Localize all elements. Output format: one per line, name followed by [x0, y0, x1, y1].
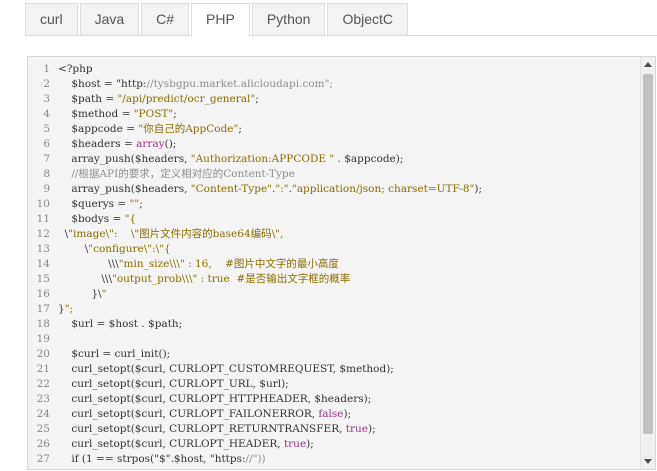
line-number: 24 — [36, 408, 50, 420]
tab-divider — [25, 35, 657, 36]
code-text: if (1 == strpos("$".$host, "https://")) — [58, 453, 266, 465]
code-panel[interactable]: 1 <?php 2 $host = "http://tysbgpu.market.a… — [27, 56, 656, 470]
code-line: 22 curl_setopt($curl, CURLOPT_URL, $url)… — [28, 377, 642, 392]
code-line: 7 array_push($headers, "Authorization:AP… — [28, 152, 642, 167]
code-line: 23 curl_setopt($curl, CURLOPT_HTTPHEADER… — [28, 392, 642, 407]
code-text: $querys = ""; — [58, 198, 143, 210]
code-text: }"; — [58, 303, 74, 315]
code-line: 11 $bodys = "{ — [28, 212, 642, 227]
line-number: 18 — [36, 318, 50, 330]
line-number: 8 — [43, 168, 50, 180]
code-text: curl_setopt($curl, CURLOPT_FAILONERROR, … — [58, 408, 352, 420]
code-line: 21 curl_setopt($curl, CURLOPT_CUSTOMREQU… — [28, 362, 642, 377]
code-text: $headers = array(); — [58, 138, 177, 150]
code-text: $bodys = "{ — [58, 213, 137, 225]
code-text: \"image\": \"图片文件内容的base64编码\", — [58, 228, 284, 240]
code-line: 6 $headers = array(); — [28, 137, 642, 152]
code-text: $method = "POST"; — [58, 108, 177, 120]
line-number: 25 — [36, 423, 50, 435]
line-number: 16 — [36, 288, 50, 300]
scrollbar-thumb[interactable] — [643, 74, 653, 434]
code-text: curl_setopt($curl, CURLOPT_HEADER, true)… — [58, 438, 314, 450]
code-line: 20 $curl = curl_init(); — [28, 347, 642, 362]
scroll-down-arrow-icon[interactable] — [644, 459, 652, 464]
line-number: 2 — [43, 78, 50, 90]
code-line: 10 $querys = ""; — [28, 197, 642, 212]
line-number: 6 — [43, 138, 50, 150]
line-number: 26 — [36, 438, 50, 450]
code-text: \\\"min_size\\\" : 16, #图片中文字的最小高度 — [58, 258, 339, 270]
code-line: 12 \"image\": \"图片文件内容的base64编码\", — [28, 227, 642, 242]
code-text: curl_setopt($curl, CURLOPT_CUSTOMREQUEST… — [58, 363, 394, 375]
line-number: 9 — [43, 183, 50, 195]
code-line: 9 array_push($headers, "Content-Type".":… — [28, 182, 642, 197]
code-text: $url = $host . $path; — [58, 318, 183, 330]
code-line: 27 if (1 == strpos("$".$host, "https://"… — [28, 452, 642, 467]
code-text: curl_setopt($curl, CURLOPT_URL, $url); — [58, 378, 289, 390]
line-number: 21 — [36, 363, 50, 375]
code-text: $path = "/api/predict/ocr_general"; — [58, 93, 259, 105]
code-line: 24 curl_setopt($curl, CURLOPT_FAILONERRO… — [28, 407, 642, 422]
line-number: 17 — [36, 303, 50, 315]
line-number: 19 — [36, 333, 50, 345]
line-number: 7 — [43, 153, 50, 165]
line-number: 27 — [36, 453, 50, 465]
language-tabs: curl Java C# PHP Python ObjectC — [25, 3, 410, 36]
line-number: 20 — [36, 348, 50, 360]
code-block: 1 <?php 2 $host = "http://tysbgpu.market.a… — [28, 62, 642, 467]
tab-csharp[interactable]: C# — [141, 3, 190, 35]
scroll-up-arrow-icon[interactable] — [644, 62, 652, 67]
code-line: 8 //根据API的要求，定义相对应的Content-Type — [28, 167, 642, 182]
code-line: 4 $method = "POST"; — [28, 107, 642, 122]
line-number: 3 — [43, 93, 50, 105]
code-text: //根据API的要求，定义相对应的Content-Type — [71, 168, 295, 180]
line-number: 23 — [36, 393, 50, 405]
code-line: 13 \"configure\":\"{ — [28, 242, 642, 257]
code-text: $host = "http://tysbgpu.market.aliclouda… — [58, 78, 333, 90]
code-line: 1 <?php — [28, 62, 642, 77]
code-line: 5 $appcode = "你自己的AppCode"; — [28, 122, 642, 137]
line-number: 4 — [43, 108, 50, 120]
code-text: \"configure\":\"{ — [58, 243, 171, 255]
tab-curl[interactable]: curl — [25, 3, 78, 35]
line-number: 22 — [36, 378, 50, 390]
tab-php[interactable]: PHP — [191, 3, 250, 36]
tab-python[interactable]: Python — [251, 3, 326, 35]
line-number: 5 — [43, 123, 50, 135]
code-text: \\\"output_prob\\\" : true #是否输出文字框的概率 — [58, 273, 351, 285]
code-text: <?php — [58, 63, 93, 75]
tab-java[interactable]: Java — [79, 3, 140, 35]
code-line: 3 $path = "/api/predict/ocr_general"; — [28, 92, 642, 107]
line-number: 13 — [36, 243, 50, 255]
code-text: array_push($headers, "Authorization:APPC… — [58, 153, 404, 165]
code-line: 26 curl_setopt($curl, CURLOPT_HEADER, tr… — [28, 437, 642, 452]
code-line: 17 }"; — [28, 302, 642, 317]
code-text: $curl = curl_init(); — [58, 348, 171, 360]
code-line: 14 \\\"min_size\\\" : 16, #图片中文字的最小高度 — [28, 257, 642, 272]
code-text: array_push($headers, "Content-Type".":".… — [58, 183, 483, 195]
code-line: 15 \\\"output_prob\\\" : true #是否输出文字框的概… — [28, 272, 642, 287]
code-line: 19 — [28, 332, 642, 347]
line-number: 12 — [36, 228, 50, 240]
tab-objectc[interactable]: ObjectC — [327, 3, 409, 35]
line-number: 10 — [36, 198, 50, 210]
line-number: 14 — [36, 258, 50, 270]
code-line: 18 $url = $host . $path; — [28, 317, 642, 332]
code-text: curl_setopt($curl, CURLOPT_HTTPHEADER, $… — [58, 393, 372, 405]
vertical-scrollbar[interactable] — [640, 57, 655, 469]
line-number: 15 — [36, 273, 50, 285]
code-line: 25 curl_setopt($curl, CURLOPT_RETURNTRAN… — [28, 422, 642, 437]
code-line: 16 }\" — [28, 287, 642, 302]
code-line: 2 $host = "http://tysbgpu.market.aliclou… — [28, 77, 642, 92]
code-text: $appcode = "你自己的AppCode"; — [58, 123, 242, 135]
line-number: 1 — [43, 63, 50, 75]
code-text: }\" — [58, 288, 107, 300]
line-number: 11 — [36, 213, 50, 225]
code-text: curl_setopt($curl, CURLOPT_RETURNTRANSFE… — [58, 423, 376, 435]
